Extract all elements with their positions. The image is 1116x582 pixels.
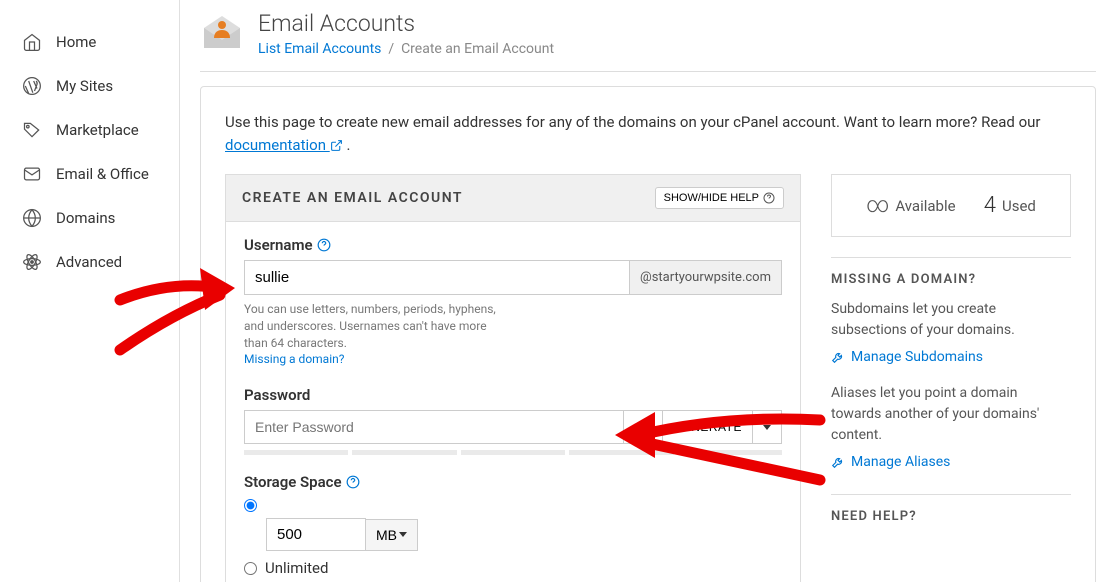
infinity-icon: ∞ [866,193,889,218]
used-label: Used [1002,197,1036,215]
content-panel: Use this page to create new email addres… [200,86,1096,582]
sidebar-label: Domains [56,209,115,227]
sidebar: Home My Sites Marketplace Email & Office… [0,0,180,582]
unlimited-label: Unlimited [265,559,328,577]
side-info: ∞ Available 4 Used MISSING A DOMAIN? Sub… [831,174,1071,582]
info-icon[interactable] [317,238,331,252]
tag-icon [22,120,42,140]
sidebar-label: Marketplace [56,121,139,139]
wrench-icon [831,455,845,469]
password-strength-meter [244,450,782,455]
sidebar-item-advanced[interactable]: Advanced [0,240,179,284]
chevron-down-icon [763,425,771,430]
username-label: Username [244,236,782,254]
page-header: Email Accounts List Email Accounts / Cre… [200,0,1096,72]
sidebar-item-mysites[interactable]: My Sites [0,64,179,108]
generate-dropdown-button[interactable] [753,410,782,444]
create-account-panel: CREATE AN EMAIL ACCOUNT SHOW/HIDE HELP U… [225,174,801,582]
sidebar-item-email[interactable]: Email & Office [0,152,179,196]
main-content: Email Accounts List Email Accounts / Cre… [180,0,1116,582]
toggle-password-visibility-button[interactable] [624,410,663,444]
storage-value-input[interactable] [266,518,366,551]
external-link-icon [330,139,343,152]
sidebar-label: Email & Office [56,165,149,183]
storage-custom-radio[interactable] [244,499,257,512]
generate-password-button[interactable]: GENERATE [663,410,753,444]
page-title: Email Accounts [258,10,554,37]
home-icon [22,32,42,52]
intro-text: Use this page to create new email addres… [225,111,1071,156]
breadcrumb-current: Create an Email Account [401,41,554,57]
manage-aliases-link[interactable]: Manage Aliases [831,454,1071,470]
sidebar-label: My Sites [56,77,113,95]
manage-subdomains-link[interactable]: Manage Subdomains [831,349,1071,365]
question-icon [763,192,775,204]
sidebar-item-marketplace[interactable]: Marketplace [0,108,179,152]
storage-label: Storage Space [244,473,782,491]
available-label: Available [895,197,955,215]
username-hint: You can use letters, numbers, periods, h… [244,301,504,351]
documentation-link[interactable]: documentation [225,136,343,154]
password-label: Password [244,386,782,404]
email-accounts-icon [200,10,244,54]
need-help-title: NEED HELP? [831,494,1071,524]
domain-selector[interactable]: @startyourwpsite.com [629,261,781,294]
storage-unlimited-radio[interactable] [244,562,257,575]
sidebar-item-home[interactable]: Home [0,20,179,64]
sidebar-label: Advanced [56,253,122,271]
used-count: 4 [984,193,996,218]
breadcrumb: List Email Accounts / Create an Email Ac… [258,41,554,57]
mail-icon [22,164,42,184]
missing-domain-link[interactable]: Missing a domain? [244,352,344,366]
chevron-down-icon [399,532,407,537]
globe-icon [22,208,42,228]
subdomain-text: Subdomains let you create subsections of… [831,299,1071,341]
missing-domain-title: MISSING A DOMAIN? [831,257,1071,287]
storage-unit-dropdown[interactable]: MB [366,519,418,551]
eye-off-icon [634,418,652,436]
panel-title: CREATE AN EMAIL ACCOUNT [242,190,463,206]
stats-box: ∞ Available 4 Used [831,174,1071,237]
sidebar-label: Home [56,33,96,51]
sidebar-item-domains[interactable]: Domains [0,196,179,240]
breadcrumb-link[interactable]: List Email Accounts [258,41,381,57]
info-icon[interactable] [346,475,360,489]
alias-text: Aliases let you point a domain towards a… [831,383,1071,446]
wordpress-icon [22,76,42,96]
username-input[interactable] [245,261,629,294]
wrench-icon [831,350,845,364]
atom-icon [22,252,42,272]
show-hide-help-button[interactable]: SHOW/HIDE HELP [655,187,784,209]
password-input[interactable] [244,410,624,444]
